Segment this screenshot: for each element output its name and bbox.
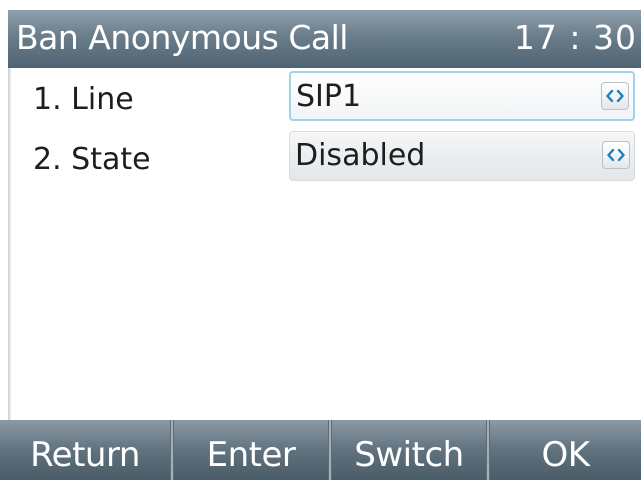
setting-row-state[interactable]: 2. State Disabled: [11, 128, 641, 198]
enter-softkey[interactable]: Enter: [174, 420, 328, 480]
return-softkey[interactable]: Return: [0, 420, 170, 480]
left-right-arrows-icon[interactable]: [601, 82, 629, 110]
ok-softkey[interactable]: OK: [490, 420, 641, 480]
state-label: 2. State: [33, 142, 151, 177]
line-value: SIP1: [296, 79, 362, 114]
state-select[interactable]: Disabled: [289, 131, 635, 181]
softkey-bar: Return Enter Switch OK: [0, 420, 641, 480]
page-title: Ban Anonymous Call: [16, 18, 348, 57]
line-select[interactable]: SIP1: [289, 71, 635, 121]
line-label: 1. Line: [33, 82, 134, 117]
title-bar: Ban Anonymous Call 17 : 30: [8, 10, 641, 68]
state-value: Disabled: [295, 138, 426, 173]
clock: 17 : 30: [513, 18, 637, 57]
phone-screen: Ban Anonymous Call 17 : 30 1. Line SIP1 …: [0, 0, 641, 480]
left-right-arrows-icon[interactable]: [602, 141, 630, 169]
switch-softkey[interactable]: Switch: [332, 420, 486, 480]
settings-list: 1. Line SIP1 2. State Disabled: [11, 68, 641, 420]
